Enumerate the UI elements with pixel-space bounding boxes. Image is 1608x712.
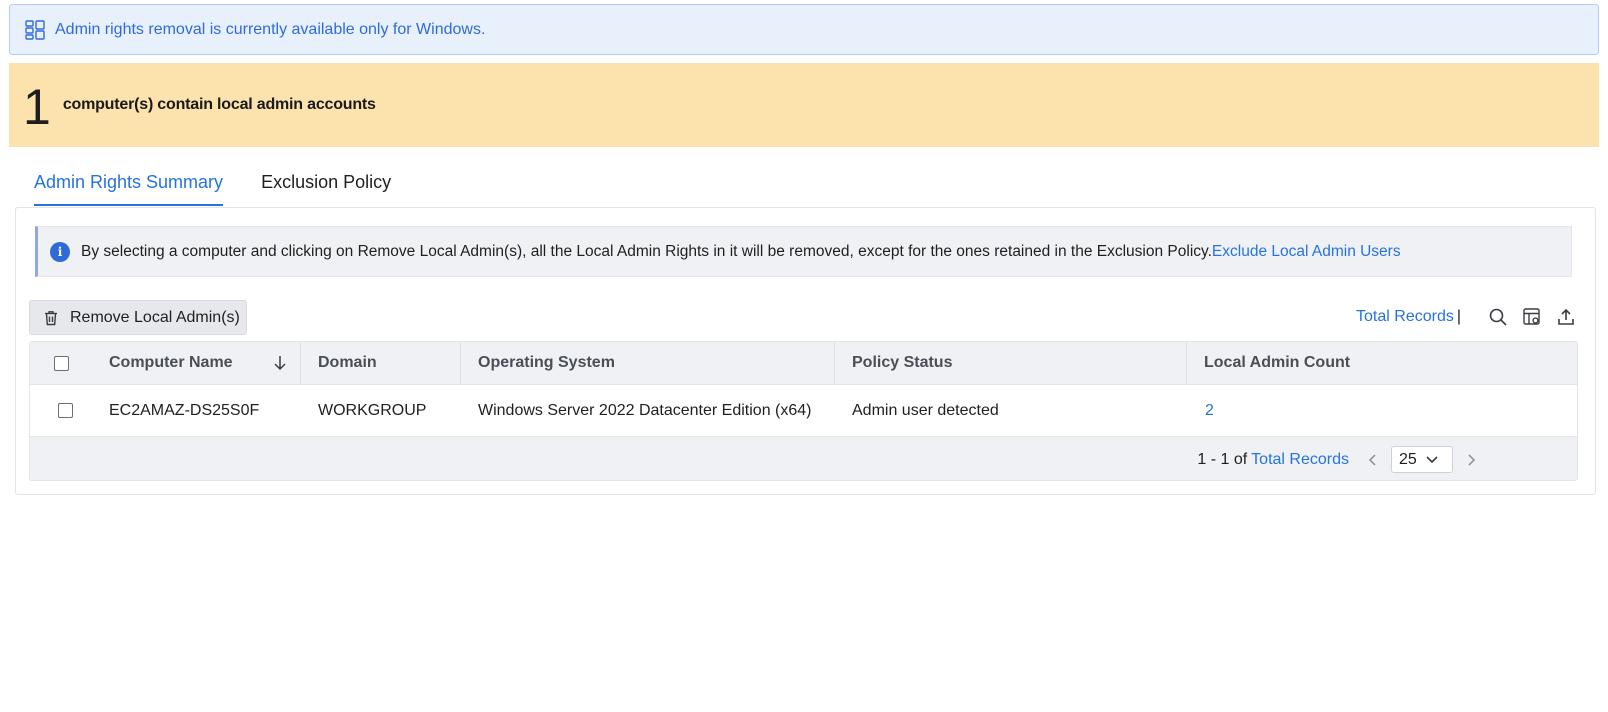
header-computer-name[interactable]: Computer Name	[109, 342, 233, 384]
column-settings-icon[interactable]	[1521, 306, 1543, 328]
select-all-cell	[54, 342, 74, 384]
windows-only-notice: Admin rights removal is currently availa…	[9, 4, 1599, 55]
export-icon[interactable]	[1555, 306, 1577, 328]
search-icon[interactable]	[1487, 306, 1509, 328]
info-message: i By selecting a computer and clicking o…	[35, 226, 1572, 277]
header-operating-system[interactable]: Operating System	[478, 342, 615, 384]
header-domain[interactable]: Domain	[318, 342, 377, 384]
pagination-range: 1 - 1 of	[1197, 450, 1248, 468]
cell-policy-status: Admin user detected	[852, 401, 999, 419]
tab-bar: Admin Rights Summary Exclusion Policy	[34, 160, 429, 206]
admin-count-banner: 1 computer(s) contain local admin accoun…	[9, 63, 1599, 147]
page-size-value: 25	[1399, 450, 1417, 468]
row-select-cell	[58, 385, 78, 436]
cell-operating-system: Windows Server 2022 Datacenter Edition (…	[478, 401, 812, 419]
computer-count: 1	[23, 79, 51, 135]
count-description: computer(s) contain local admin accounts	[62, 96, 376, 113]
header-policy-status[interactable]: Policy Status	[852, 342, 952, 384]
exclude-local-admin-users-link[interactable]: Exclude Local Admin Users	[1212, 243, 1401, 261]
total-records-link[interactable]: Total Records	[1356, 308, 1454, 326]
chevron-right-icon[interactable]	[1461, 450, 1481, 470]
cell-computer-name: EC2AMAZ-DS25S0F	[109, 401, 260, 419]
chevron-left-icon[interactable]	[1363, 450, 1383, 470]
page-size-select[interactable]: 25	[1391, 446, 1453, 473]
cell-domain: WORKGROUP	[318, 401, 427, 419]
table-header: Computer Name Domain Operating System Po…	[30, 342, 1577, 385]
header-local-admin-count[interactable]: Local Admin Count	[1204, 342, 1350, 384]
pagination-total-records-link[interactable]: Total Records	[1251, 451, 1349, 469]
computers-table: Computer Name Domain Operating System Po…	[29, 341, 1578, 481]
pagination: 1 - 1 of Total Records 25	[1197, 437, 1481, 480]
table-row[interactable]: EC2AMAZ-DS25S0F WORKGROUP Windows Server…	[30, 385, 1577, 437]
column-divider	[460, 342, 461, 384]
row-checkbox[interactable]	[58, 403, 73, 418]
info-icon: i	[50, 241, 70, 262]
sort-descending-icon[interactable]	[273, 342, 293, 384]
trash-icon	[42, 309, 60, 327]
tab-exclusion-policy[interactable]: Exclusion Policy	[261, 160, 391, 206]
toolbar-separator: |	[1456, 308, 1461, 325]
column-divider	[1186, 342, 1187, 384]
table-toolbar: Total Records |	[1356, 306, 1577, 328]
windows-grid-icon	[24, 19, 46, 41]
column-divider	[300, 342, 301, 384]
tab-admin-rights-summary[interactable]: Admin Rights Summary	[34, 160, 224, 206]
remove-button-label: Remove Local Admin(s)	[70, 308, 240, 326]
notice-text: Admin rights removal is currently availa…	[55, 20, 486, 38]
admin-rights-panel: i By selecting a computer and clicking o…	[15, 207, 1596, 495]
chevron-down-icon	[1425, 455, 1439, 465]
column-divider	[834, 342, 835, 384]
remove-local-admins-button[interactable]: Remove Local Admin(s)	[29, 300, 247, 335]
select-all-checkbox[interactable]	[54, 355, 69, 371]
cell-local-admin-count[interactable]: 2	[1205, 385, 1214, 436]
table-footer: 1 - 1 of Total Records 25	[30, 437, 1577, 480]
info-text: By selecting a computer and clicking on …	[81, 242, 1212, 260]
